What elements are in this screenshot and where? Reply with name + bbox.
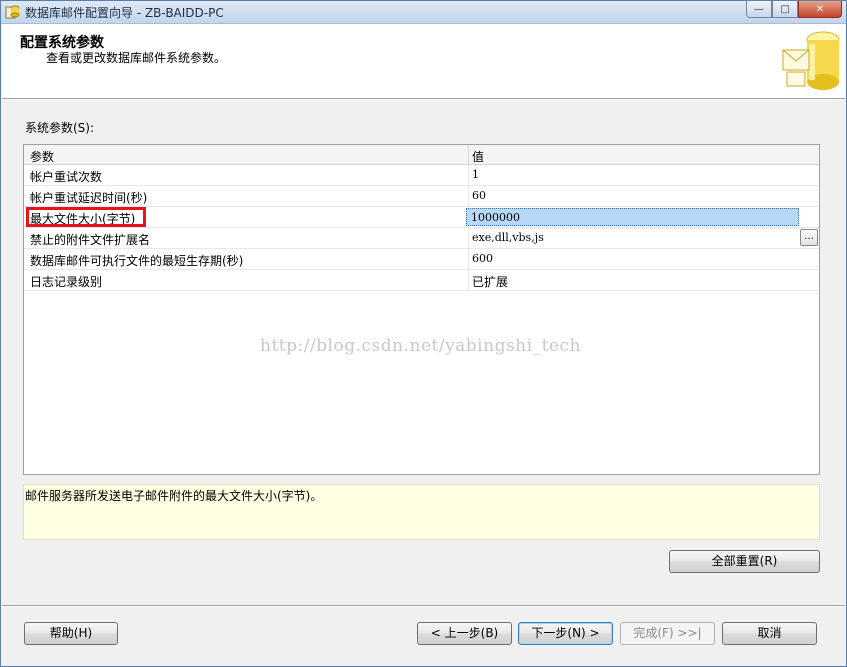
param-value[interactable]: 已扩展 [472,273,508,290]
grid-row-logging-level[interactable]: 日志记录级别 已扩展 [24,270,819,291]
grid-header: 参数 值 [24,145,819,165]
wizard-window: 数据库邮件配置向导 - ZB-BAIDD-PC — □ ✕ 配置系统参数 查看或… [0,0,847,667]
column-divider [468,145,469,164]
param-name: 数据库邮件可执行文件的最短生存期(秒) [30,254,244,268]
next-button[interactable]: 下一步(N) > [518,622,613,645]
grid-row-max-file-size[interactable]: 最大文件大小(字节) 1000000 [24,207,819,228]
grid-row-min-lifetime[interactable]: 数据库邮件可执行文件的最短生存期(秒) 600 [24,249,819,270]
watermark-text: http://blog.csdn.net/yabingshi_tech [260,336,581,356]
grid-row-retry-attempts[interactable]: 帐户重试次数 1 [24,165,819,186]
cancel-button[interactable]: 取消 [722,622,817,645]
help-button[interactable]: 帮助(H) [24,622,118,645]
param-name: 日志记录级别 [30,275,103,289]
param-value[interactable]: 1000000 [471,211,520,224]
section-label: 系统参数(S): [25,121,95,135]
param-name: 禁止的附件文件扩展名 [30,233,151,247]
title-bar[interactable]: 数据库邮件配置向导 - ZB-BAIDD-PC — □ ✕ [1,1,846,24]
cell-divider [468,186,469,207]
param-value[interactable]: 600 [472,252,493,265]
wizard-header: 配置系统参数 查看或更改数据库邮件系统参数。 [2,24,845,99]
column-header-param: 参数 [30,150,55,164]
param-value[interactable]: 60 [472,189,486,202]
selected-value-cell[interactable]: 1000000 [466,208,799,226]
description-text: 邮件服务器所发送电子邮件附件的最大文件大小(字节)。 [25,489,323,503]
maximize-icon: □ [780,3,790,15]
page-subtitle: 查看或更改数据库邮件系统参数。 [46,51,227,65]
param-value[interactable]: exe,dll,vbs,js [472,231,544,244]
reset-all-button[interactable]: 全部重置(R) [669,550,820,573]
database-mail-icon [5,5,20,19]
database-mail-logo-icon [782,31,840,90]
back-button[interactable]: < 上一步(B) [417,622,512,645]
parameter-grid[interactable]: 参数 值 帐户重试次数 1 帐户重试延迟时间(秒) 60 最大文件大小(字节) … [23,144,820,475]
close-button[interactable]: ✕ [798,1,842,18]
cell-divider [468,249,469,270]
header-separator [2,99,845,100]
grid-row-retry-delay[interactable]: 帐户重试延迟时间(秒) 60 [24,186,819,207]
column-header-value: 值 [472,150,485,164]
finish-button[interactable]: 完成(F) >>| [620,622,715,645]
browse-button[interactable]: ... [800,229,818,246]
cell-divider [468,228,469,249]
close-icon: ✕ [815,3,825,15]
minimize-button[interactable]: — [746,1,772,18]
window-title: 数据库邮件配置向导 - ZB-BAIDD-PC [25,6,224,20]
highlight-box [26,207,146,227]
minimize-icon: — [754,3,764,15]
maximize-button[interactable]: □ [772,1,798,18]
cell-divider [468,270,469,291]
param-value[interactable]: 1 [472,168,479,181]
description-panel: 邮件服务器所发送电子邮件附件的最大文件大小(字节)。 [23,484,820,540]
grid-row-prohibited-extensions[interactable]: 禁止的附件文件扩展名 exe,dll,vbs,js ... [24,228,819,249]
cell-divider [468,165,469,186]
param-name: 帐户重试次数 [30,170,103,184]
footer-separator-highlight [2,606,845,607]
param-name: 帐户重试延迟时间(秒) [30,191,148,205]
